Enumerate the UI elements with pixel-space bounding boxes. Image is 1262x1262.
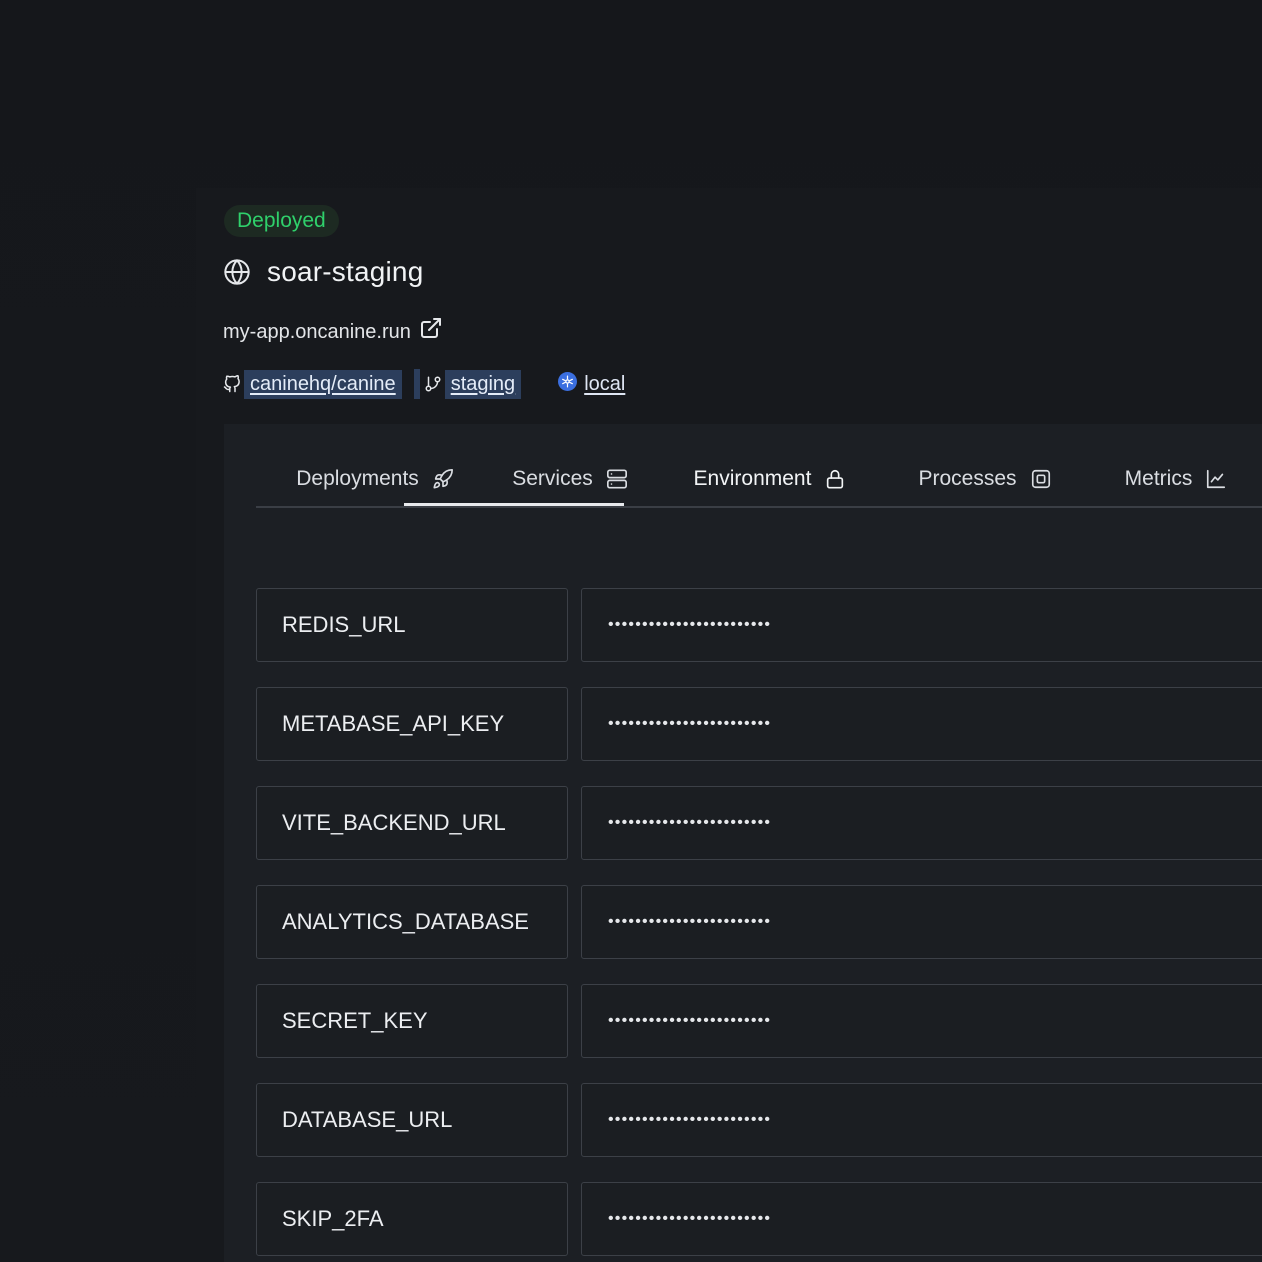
tab-services[interactable]: Services (480, 452, 660, 506)
app-url-row: my-app.oncanine.run (223, 314, 443, 350)
branch-link[interactable]: staging (424, 369, 522, 399)
highlight-divider (413, 369, 420, 399)
env-var-value[interactable]: •••••••••••••••••••••••• (581, 588, 1262, 662)
env-var-key[interactable]: METABASE_API_KEY (256, 687, 568, 761)
kubernetes-icon (558, 371, 578, 391)
env-var-value[interactable]: •••••••••••••••••••••••• (581, 687, 1262, 761)
tab-processes-label: Processes (918, 467, 1017, 490)
source-links: caninehq/canine staging local (223, 367, 625, 401)
env-var-value[interactable]: •••••••••••••••••••••••• (581, 786, 1262, 860)
globe-icon (223, 258, 251, 286)
env-var-key[interactable]: DATABASE_URL (256, 1083, 568, 1157)
rocket-icon (432, 468, 454, 490)
tab-metrics-label: Metrics (1124, 467, 1193, 490)
branch-link-label[interactable]: staging (444, 369, 522, 399)
cpu-icon (1030, 468, 1052, 490)
env-var-key[interactable]: SKIP_2FA (256, 1182, 568, 1256)
env-var-row: VITE_BACKEND_URL •••••••••••••••••••••••… (256, 786, 1262, 860)
tab-processes[interactable]: Processes (880, 452, 1090, 506)
repo-link[interactable]: caninehq/canine (223, 369, 402, 399)
git-branch-icon (424, 375, 442, 393)
page-title: soar-staging (267, 256, 424, 287)
cluster-link-label[interactable]: local (584, 373, 625, 396)
external-link-icon[interactable] (419, 316, 443, 340)
server-icon (606, 468, 628, 490)
github-icon (223, 375, 241, 393)
repo-link-label[interactable]: caninehq/canine (244, 369, 402, 399)
tab-services-label: Services (512, 467, 593, 490)
env-var-key[interactable]: REDIS_URL (256, 588, 568, 662)
chart-icon (1205, 468, 1227, 490)
env-var-row: REDIS_URL •••••••••••••••••••••••• (256, 588, 1262, 662)
env-var-value[interactable]: •••••••••••••••••••••••• (581, 885, 1262, 959)
active-tab-indicator (404, 503, 624, 506)
env-var-row: METABASE_API_KEY •••••••••••••••••••••••… (256, 687, 1262, 761)
app-url-link[interactable]: my-app.oncanine.run (223, 321, 411, 344)
env-var-key[interactable]: SECRET_KEY (256, 984, 568, 1058)
tab-environment[interactable]: Environment (660, 452, 880, 506)
tab-bar: Deployments Services Environment Process… (256, 452, 1262, 508)
project-header: soar-staging (223, 252, 423, 292)
tab-deployments-label: Deployments (296, 467, 419, 490)
tab-metrics[interactable]: Metrics (1090, 452, 1262, 506)
tab-deployments[interactable]: Deployments (270, 452, 480, 506)
env-var-key[interactable]: VITE_BACKEND_URL (256, 786, 568, 860)
env-var-row: DATABASE_URL •••••••••••••••••••••••• (256, 1083, 1262, 1157)
env-var-value[interactable]: •••••••••••••••••••••••• (581, 1083, 1262, 1157)
env-var-value[interactable]: •••••••••••••••••••••••• (581, 1182, 1262, 1256)
tab-environment-label: Environment (693, 467, 812, 490)
env-var-row: SECRET_KEY •••••••••••••••••••••••• (256, 984, 1262, 1058)
status-badge: Deployed (224, 205, 339, 237)
cluster-link[interactable]: local (558, 371, 625, 396)
env-var-row: SKIP_2FA •••••••••••••••••••••••• (256, 1182, 1262, 1256)
env-var-row: ANALYTICS_DATABASE •••••••••••••••••••••… (256, 885, 1262, 959)
lock-icon (824, 468, 846, 490)
env-var-value[interactable]: •••••••••••••••••••••••• (581, 984, 1262, 1058)
env-var-key[interactable]: ANALYTICS_DATABASE (256, 885, 568, 959)
